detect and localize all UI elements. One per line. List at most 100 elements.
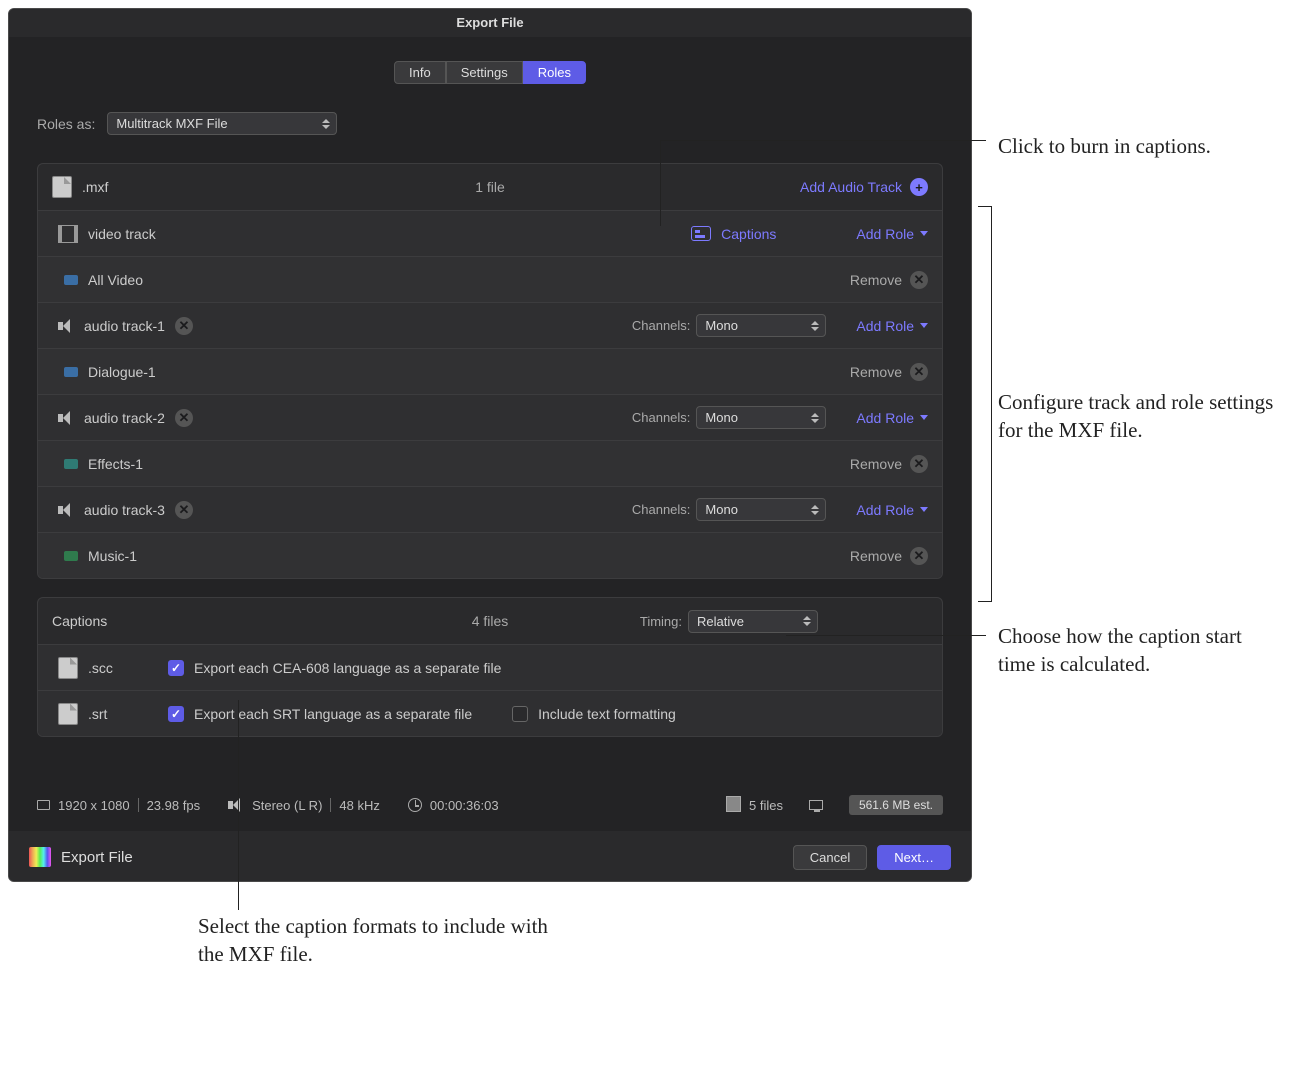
chevron-down-icon[interactable] [920,323,928,328]
role-label: Effects-1 [88,456,143,472]
updown-icon [803,616,811,626]
captions-button[interactable]: Captions [721,226,776,242]
updown-icon [322,119,330,129]
speaker-icon [228,798,244,812]
channels-value: Mono [705,318,738,333]
status-duration: 00:00:36:03 [430,798,499,813]
clock-icon [408,798,422,812]
remove-button[interactable]: ✕ [910,455,928,473]
tab-settings[interactable]: Settings [446,61,523,84]
role-label: Dialogue-1 [88,364,156,380]
captions-header: Captions [52,613,107,629]
filmstrip-icon [58,225,78,243]
dialog-footer: Export File Cancel Next… [9,831,971,882]
captions-icon [691,226,711,241]
remove-button[interactable]: ✕ [910,271,928,289]
srt-option-label: Export each SRT language as a separate f… [194,706,472,722]
annotation-caption-formats: Select the caption formats to include wi… [198,912,558,969]
tab-info[interactable]: Info [394,61,446,84]
channels-label: Channels: [632,502,691,517]
text-formatting-label: Include text formatting [538,706,676,722]
file-icon [58,703,78,725]
chevron-down-icon[interactable] [920,415,928,420]
add-audio-track-button[interactable]: Add Audio Track [800,179,902,195]
all-video-label: All Video [88,272,143,288]
monitor-icon [37,800,50,810]
remove-button[interactable]: ✕ [910,363,928,381]
audio-add-role-button[interactable]: Add Role [856,410,914,426]
channels-label: Channels: [632,410,691,425]
status-khz: 48 kHz [339,798,379,813]
next-button[interactable]: Next… [877,845,951,870]
text-formatting-checkbox[interactable] [512,706,528,722]
status-bar: 1920 x 1080 23.98 fps Stereo (L R) 48 kH… [9,779,971,831]
chevron-down-icon[interactable] [920,507,928,512]
updown-icon [811,321,819,331]
callout-line [786,635,986,636]
channels-value: Mono [705,502,738,517]
speaker-icon [58,319,74,333]
channels-select[interactable]: Mono [696,314,826,337]
srt-export-checkbox[interactable] [168,706,184,722]
files-icon [728,798,741,812]
tab-strip: Info Settings Roles [37,61,943,84]
timing-value: Relative [697,614,744,629]
channels-select[interactable]: Mono [696,406,826,429]
speaker-icon [58,503,74,517]
video-add-role-button[interactable]: Add Role [856,226,914,242]
remove-label: Remove [850,364,902,380]
divider [330,798,331,812]
roles-as-label: Roles as: [37,116,95,132]
roles-as-value: Multitrack MXF File [116,116,227,131]
add-audio-track-plus-icon[interactable]: + [910,178,928,196]
delete-track-button[interactable]: ✕ [175,501,193,519]
annotation-timing: Choose how the caption start time is cal… [998,622,1278,679]
tab-roles[interactable]: Roles [523,61,586,84]
scc-export-checkbox[interactable] [168,660,184,676]
cancel-button[interactable]: Cancel [793,845,867,870]
window-title: Export File [9,9,971,37]
audio-add-role-button[interactable]: Add Role [856,502,914,518]
audio-track-label: audio track-2 [84,410,165,426]
status-audio: Stereo (L R) [252,798,322,813]
scc-option-label: Export each CEA-608 language as a separa… [194,660,501,676]
chevron-down-icon[interactable] [920,231,928,236]
delete-track-button[interactable]: ✕ [175,409,193,427]
divider [138,798,139,812]
role-label: Music-1 [88,548,137,564]
annotation-burn-captions: Click to burn in captions. [998,132,1258,160]
callout-line [238,700,239,910]
updown-icon [811,505,819,515]
channels-label: Channels: [632,318,691,333]
remove-button[interactable]: ✕ [910,547,928,565]
audio-add-role-button[interactable]: Add Role [856,318,914,334]
role-swatch [64,275,78,285]
mxf-ext: .mxf [82,179,108,195]
timing-select[interactable]: Relative [688,610,818,633]
timing-label: Timing: [640,614,682,629]
mxf-file-count: 1 file [475,179,505,195]
callout-line [660,140,986,141]
callout-line [660,140,661,226]
remove-label: Remove [850,456,902,472]
roles-as-select[interactable]: Multitrack MXF File [107,112,337,135]
captions-group: Captions 4 files Timing: Relative .scc E… [37,597,943,737]
annotation-config-tracks: Configure track and role settings for th… [998,388,1288,445]
file-icon [52,176,72,198]
status-resolution: 1920 x 1080 [58,798,130,813]
bracket [978,206,992,602]
remove-label: Remove [850,548,902,564]
channels-value: Mono [705,410,738,425]
audio-track-label: audio track-3 [84,502,165,518]
speaker-icon [58,411,74,425]
mxf-group: .mxf 1 file Add Audio Track + video trac… [37,163,943,579]
channels-select[interactable]: Mono [696,498,826,521]
delete-track-button[interactable]: ✕ [175,317,193,335]
role-swatch [64,367,78,377]
updown-icon [811,413,819,423]
footer-title: Export File [61,849,133,866]
role-swatch [64,459,78,469]
file-icon [58,657,78,679]
display-icon [809,800,823,810]
audio-track-label: audio track-1 [84,318,165,334]
